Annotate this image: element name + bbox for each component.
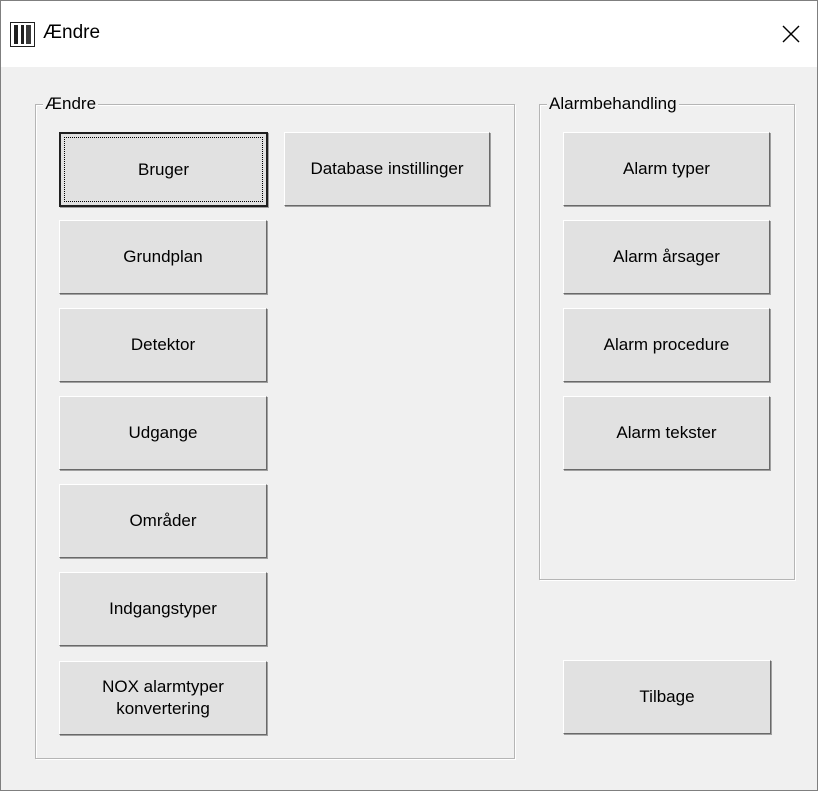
floor-plan-button[interactable]: Grundplan — [59, 220, 267, 294]
app-logo-icon — [10, 22, 35, 47]
database-settings-button-label: Database instillinger — [310, 159, 464, 178]
alarm-causes-button-label: Alarm årsager — [613, 247, 720, 266]
back-button-label: Tilbage — [639, 687, 695, 706]
alarm-types-button[interactable]: Alarm typer — [563, 132, 770, 206]
outputs-button[interactable]: Udgange — [59, 396, 267, 470]
nox-label-line1: NOX alarmtyper — [102, 677, 224, 696]
edit-group-label: Ændre — [43, 93, 99, 115]
input-types-button-label: Indgangstyper — [109, 599, 217, 618]
alarm-texts-button-label: Alarm tekster — [616, 423, 717, 442]
detector-button[interactable]: Detektor — [59, 308, 267, 382]
alarm-procedure-button-label: Alarm procedure — [603, 335, 730, 354]
alarm-handling-group-label: Alarmbehandling — [547, 93, 679, 115]
close-button[interactable] — [769, 17, 813, 51]
input-types-button[interactable]: Indgangstyper — [59, 572, 267, 646]
window-title: Ændre — [43, 22, 101, 43]
back-button[interactable]: Tilbage — [563, 660, 771, 734]
alarm-texts-button[interactable]: Alarm tekster — [563, 396, 770, 470]
areas-button-label: Områder — [129, 511, 197, 530]
alarm-handling-groupbox: Alarmbehandling Alarm typer Alarm årsage… — [539, 93, 795, 580]
alarm-types-button-label: Alarm typer — [623, 159, 710, 178]
floor-plan-button-label: Grundplan — [123, 247, 203, 266]
edit-groupbox: Ændre Bruger Database instillinger Grund… — [35, 93, 515, 759]
nox-label-line2: konvertering — [116, 699, 210, 718]
title-bar[interactable]: Ændre — [1, 1, 817, 67]
outputs-button-label: Udgange — [128, 423, 198, 442]
database-settings-button[interactable]: Database instillinger — [284, 132, 490, 206]
user-button-label: Bruger — [137, 159, 190, 179]
areas-button[interactable]: Områder — [59, 484, 267, 558]
alarm-procedure-button[interactable]: Alarm procedure — [563, 308, 770, 382]
dialog-window: Ændre Ændre Bruger Database instillinger… — [0, 0, 818, 791]
alarm-causes-button[interactable]: Alarm årsager — [563, 220, 770, 294]
detector-button-label: Detektor — [130, 335, 196, 354]
user-button[interactable]: Bruger — [59, 132, 268, 207]
nox-alarm-types-convert-button[interactable]: NOX alarmtyper konvertering — [59, 661, 267, 735]
close-icon — [782, 25, 800, 43]
nox-alarm-types-convert-button-label: NOX alarmtyper konvertering — [102, 676, 224, 720]
